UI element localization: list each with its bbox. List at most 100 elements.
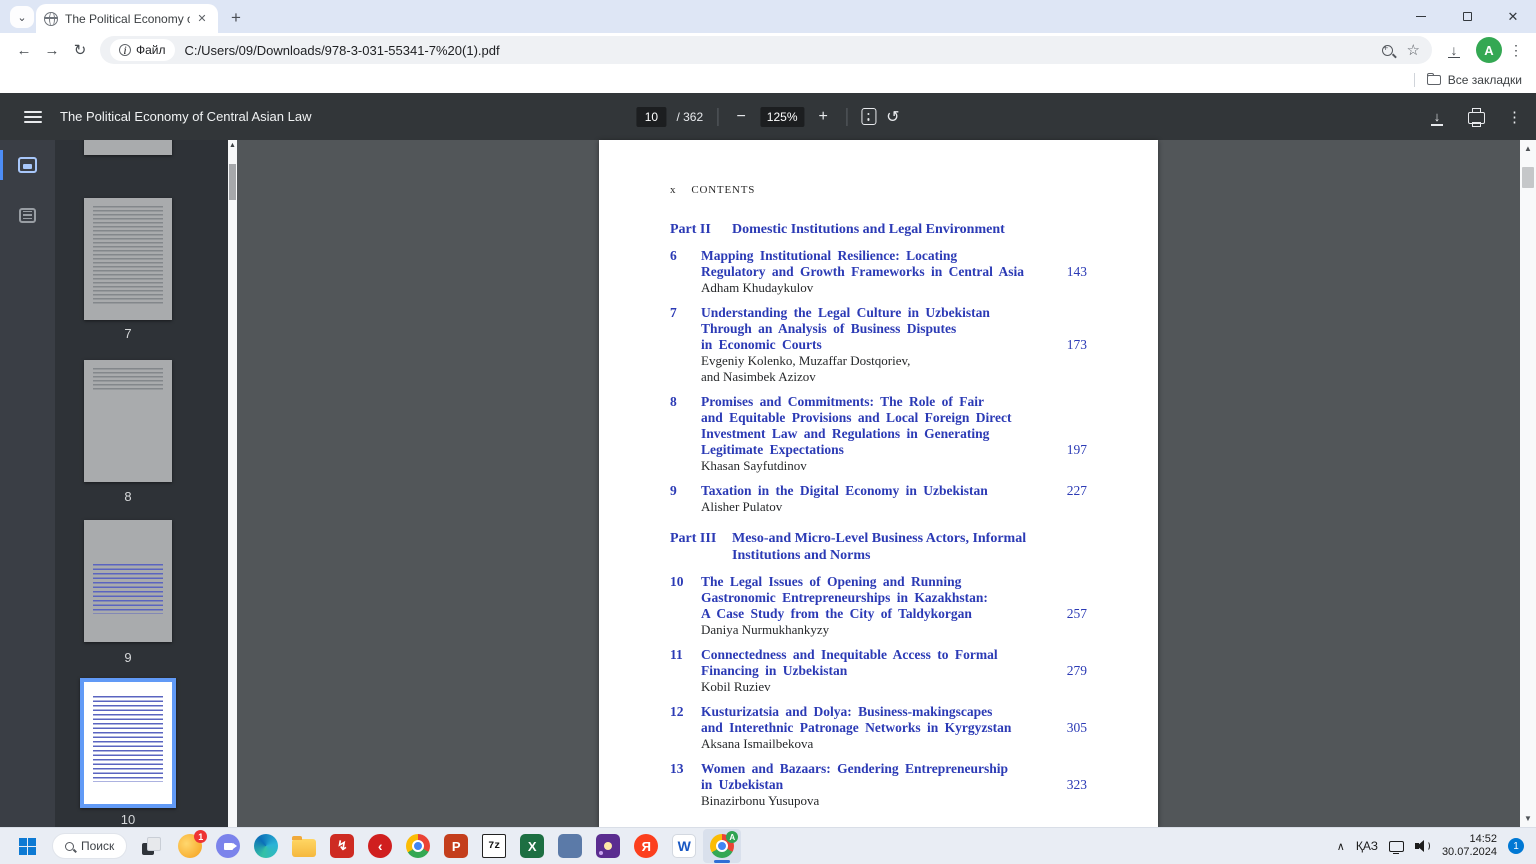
taskbar-app-comet[interactable] <box>589 829 627 863</box>
thumbnail-page-10-selected[interactable] <box>80 678 176 808</box>
scroll-up-icon[interactable]: ▲ <box>1520 144 1536 153</box>
edge-icon <box>254 834 278 858</box>
print-icon[interactable] <box>1468 112 1485 124</box>
toc-part-heading: Part III Meso-and Micro-Level Business A… <box>670 530 1087 564</box>
taskbar-app-weather[interactable]: 1 <box>171 829 209 863</box>
new-tab-button[interactable]: + <box>226 8 246 28</box>
toc-entry: 9 Taxation in the Digital Economy in Uzb… <box>670 483 1087 515</box>
back-button[interactable]: ← <box>10 36 38 64</box>
clock[interactable]: 14:52 30.07.2024 <box>1442 833 1497 859</box>
outline-icon <box>19 208 36 223</box>
forward-button[interactable]: → <box>38 36 66 64</box>
search-label: Поиск <box>81 839 114 853</box>
scroll-down-icon[interactable]: ▼ <box>1520 814 1536 823</box>
pdf-download-icon[interactable]: ↓ <box>1428 108 1446 126</box>
globe-favicon <box>44 12 58 26</box>
bookmark-star-icon[interactable]: ☆ <box>1407 41 1420 59</box>
pdf-menu-icon[interactable] <box>24 108 42 126</box>
notification-center-badge[interactable]: 1 <box>1508 838 1524 854</box>
pdf-more-icon[interactable]: ⋮ <box>1507 108 1522 126</box>
task-view-button[interactable] <box>133 829 171 863</box>
url-text[interactable]: C:/Users/09/Downloads/978-3-031-55341-7%… <box>185 43 500 58</box>
browser-tab[interactable]: The Political Economy of Central Asian L… <box>36 4 218 33</box>
taskbar-app-teams-chat[interactable] <box>209 829 247 863</box>
thumbnails-view-button[interactable] <box>0 140 55 190</box>
pdf-document-title: The Political Economy of Central Asian L… <box>60 109 311 124</box>
tab-close-icon[interactable]: ✕ <box>194 11 210 27</box>
tab-search-button[interactable]: ⌄ <box>10 6 34 28</box>
thumbnail-page-7[interactable] <box>84 198 172 320</box>
taskbar-app-excel[interactable]: X <box>513 829 551 863</box>
toc-entry: 11 Connectedness and Inequitable Access … <box>670 647 1087 695</box>
viewer-scrollbar[interactable]: ▲ ▼ <box>1520 140 1536 827</box>
system-tray: ∧ ҚАЗ 14:52 30.07.2024 1 <box>1337 833 1528 859</box>
separator <box>717 108 718 126</box>
fit-to-page-icon[interactable] <box>861 108 876 125</box>
minimize-button[interactable] <box>1398 0 1444 33</box>
word-icon: W <box>672 834 696 858</box>
page-count: 362 <box>683 110 703 124</box>
taskbar-app-chrome[interactable] <box>399 829 437 863</box>
thumbnail-page-6[interactable] <box>84 140 172 155</box>
taskbar: Поиск 1 ↯ ‹ P 7z X Я W A ∧ ҚАЗ 14:52 30.… <box>0 827 1536 864</box>
info-icon: i <box>119 44 131 56</box>
pdf-toolbar: The Political Economy of Central Asian L… <box>0 93 1536 140</box>
profile-avatar[interactable]: A <box>1476 37 1502 63</box>
bookmarks-folder-icon <box>1427 75 1441 85</box>
taskbar-app-powerpoint[interactable]: P <box>437 829 475 863</box>
close-button[interactable]: ✕ <box>1490 0 1536 33</box>
downloads-icon[interactable]: ↓ <box>1440 36 1468 64</box>
all-bookmarks-label[interactable]: Все закладки <box>1448 73 1522 87</box>
viewer-scroll-thumb[interactable] <box>1522 167 1534 188</box>
toc-entry: 6 Mapping Institutional Resilience: Loca… <box>670 248 1087 296</box>
file-chip-label: Файл <box>136 43 166 57</box>
zoom-out-button[interactable]: − <box>732 108 750 126</box>
separator <box>846 108 847 126</box>
browser-menu-icon[interactable]: ⋮ <box>1506 36 1526 64</box>
toc-entry: 7 Understanding the Legal Culture in Uzb… <box>670 305 1087 385</box>
tray-chevron-icon[interactable]: ∧ <box>1337 840 1345 853</box>
thumbnail-page-8[interactable] <box>84 360 172 482</box>
page-number-input[interactable] <box>636 107 666 127</box>
language-indicator[interactable]: ҚАЗ <box>1356 839 1378 853</box>
taskbar-app-7zip[interactable]: 7z <box>475 829 513 863</box>
network-icon[interactable] <box>1389 841 1404 852</box>
taskbar-app-red[interactable]: ↯ <box>323 829 361 863</box>
teams-chat-icon <box>216 834 240 858</box>
thumbnail-label: 7 <box>84 326 172 341</box>
taskbar-app-edge[interactable] <box>247 829 285 863</box>
taskbar-app-file-explorer[interactable] <box>285 829 323 863</box>
start-button[interactable] <box>8 829 46 863</box>
notification-badge: 1 <box>194 830 207 843</box>
taskbar-app-word[interactable]: W <box>665 829 703 863</box>
reload-button[interactable]: ↻ <box>66 36 94 64</box>
volume-icon[interactable] <box>1415 839 1431 853</box>
restore-button[interactable] <box>1444 0 1490 33</box>
browser-titlebar: ⌄ The Political Economy of Central Asian… <box>0 0 1536 33</box>
taskbar-app-chrome-active[interactable]: A <box>703 829 741 863</box>
file-scheme-chip[interactable]: i Файл <box>110 39 175 61</box>
taskbar-app-yandex[interactable]: Я <box>627 829 665 863</box>
thumbnail-page-9[interactable] <box>84 520 172 642</box>
chrome-icon <box>406 834 430 858</box>
rotate-icon[interactable]: ↺ <box>886 107 899 127</box>
excel-icon: X <box>520 834 544 858</box>
panel-scrollbar[interactable]: ▲ <box>228 140 237 827</box>
taskbar-app-red-oval[interactable]: ‹ <box>361 829 399 863</box>
file-explorer-icon <box>292 839 316 857</box>
taskbar-app-calculator[interactable] <box>551 829 589 863</box>
panel-scroll-thumb[interactable] <box>229 164 236 200</box>
zoom-page-icon[interactable] <box>1382 45 1393 56</box>
thumbnail-label: 9 <box>84 650 172 665</box>
chrome-icon: A <box>710 834 734 858</box>
scroll-up-icon[interactable]: ▲ <box>228 142 237 149</box>
weather-icon: 1 <box>178 834 202 858</box>
contents-head: CONTENTS <box>691 184 755 196</box>
taskbar-search[interactable]: Поиск <box>52 833 127 859</box>
zoom-in-button[interactable]: + <box>814 108 832 126</box>
red-oval-app-icon: ‹ <box>368 834 392 858</box>
document-outline-button[interactable] <box>0 190 55 240</box>
thumbnail-label: 8 <box>84 489 172 504</box>
zoom-level[interactable]: 125% <box>760 107 804 127</box>
address-bar[interactable]: i Файл C:/Users/09/Downloads/978-3-031-5… <box>100 36 1432 64</box>
